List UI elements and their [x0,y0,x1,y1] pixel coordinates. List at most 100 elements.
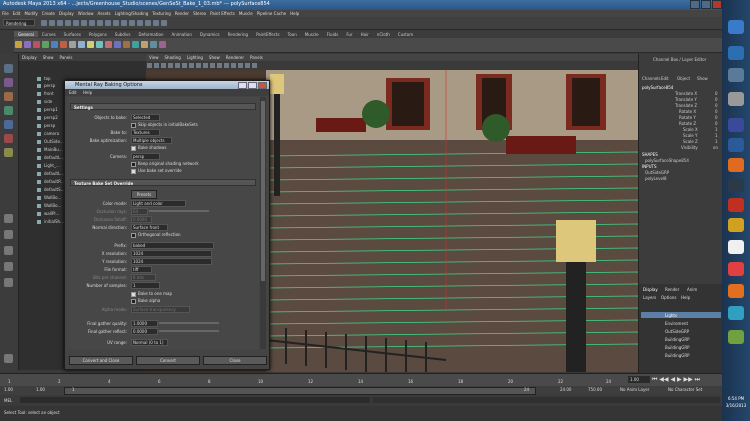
app-icon[interactable] [728,118,744,132]
dialog-maximize-button[interactable] [248,82,257,89]
mel-input[interactable] [20,397,370,403]
attr-name[interactable]: Rotate X [679,109,696,114]
menu-stereo[interactable]: Stereo [191,10,208,16]
light-icon[interactable] [105,41,112,48]
image-plane-icon[interactable] [168,63,173,68]
orthogonal-reflection-checkbox[interactable]: Orthogonal reflection [131,232,181,238]
shelf-tab-deformation[interactable]: Deformation [135,31,168,37]
attr-name[interactable]: Scale X [683,127,698,132]
move-tool-icon[interactable] [42,41,49,48]
snap-plane-icon[interactable] [113,20,119,26]
outliner-item[interactable]: WallBo... [37,203,61,208]
script-icon[interactable] [159,41,166,48]
channel-box-toggle-icon[interactable] [161,20,167,26]
input-node[interactable]: OutSideGRP [645,170,669,175]
outliner-item[interactable]: MainBu... [37,147,63,152]
camera-dropdown[interactable]: persp [131,153,160,160]
bake-optimization-dropdown[interactable]: Multiple objects [131,137,172,144]
app-icon[interactable] [728,68,744,82]
outliner-item[interactable]: defaultP... [37,179,64,184]
current-frame-field[interactable]: 1.00 [628,376,650,383]
dialog-minimize-button[interactable] [238,82,247,89]
shelf-tab-painteffects[interactable]: PaintEffects [252,31,284,37]
playback-end-field[interactable]: 750.00 [588,387,602,392]
attr-name[interactable]: Rotate Z [679,121,696,126]
attr-name[interactable]: Translate X [675,91,697,96]
occlusion-rays-field[interactable]: 64 [131,208,148,215]
outliner-item[interactable]: camera [37,131,59,136]
attr-name[interactable]: Translate Z [675,103,697,108]
wireframe-on-shaded-icon[interactable] [217,63,222,68]
move-icon[interactable] [4,106,13,115]
material-icon[interactable] [123,41,130,48]
attr-value[interactable]: 0 [715,109,718,114]
app-icon[interactable] [728,240,744,254]
occlusion-rays-slider[interactable] [149,210,209,212]
shelf-tab-curves[interactable]: Curves [38,31,60,37]
hypershade-icon[interactable] [153,20,159,26]
color-mode-dropdown[interactable]: Light and color [131,200,186,207]
layer-name[interactable]: Enviroment [665,321,688,326]
app-icon[interactable] [728,178,744,192]
two-pane-layout-icon[interactable] [4,246,13,255]
select-component-icon[interactable] [81,20,87,26]
save-scene-icon[interactable] [57,20,63,26]
resolution-gate-icon[interactable] [189,63,194,68]
select-object-icon[interactable] [73,20,79,26]
bake-to-one-map-checkbox[interactable]: Bake to one map [131,291,172,297]
dialog-close-x-button[interactable] [258,82,267,89]
presets-button[interactable]: Presets [131,190,157,199]
scale-tool-icon[interactable] [60,41,67,48]
range-slider[interactable]: 1.00 1.00 1 24 24.00 750.00 No Anim Laye… [0,386,722,395]
outliner-item[interactable]: front [37,91,54,96]
select-arrow-icon[interactable] [4,64,13,73]
attr-value[interactable]: 0 [715,97,718,102]
bake-alpha-checkbox[interactable]: Bake alpha [131,298,160,304]
rotate-tool-icon[interactable] [51,41,58,48]
select-hierarchy-icon[interactable] [65,20,71,26]
outliner-item[interactable]: WallBo... [37,195,61,200]
menu-muscle[interactable]: Muscle [237,10,255,16]
app-icon[interactable] [728,198,744,212]
new-scene-icon[interactable] [41,20,47,26]
layer-tab-anim[interactable]: Anim [687,287,697,292]
bake-icon[interactable] [141,41,148,48]
menu-texturing[interactable]: Texturing [150,10,172,16]
shelf-tab-polygons[interactable]: Polygons [85,31,111,37]
firefox-icon[interactable] [728,158,744,172]
start-time-field[interactable]: 1.00 [4,387,13,392]
viewport-menu-panels[interactable]: Panels [247,54,266,61]
outliner-menu-show[interactable]: Show [40,54,57,61]
viewport-menu-view[interactable]: View [146,54,162,61]
history-icon[interactable] [121,20,127,26]
dialog-scrollbar[interactable] [260,97,266,349]
attr-value[interactable]: 1 [715,127,718,132]
channel-box-menu-object[interactable]: Object [677,76,690,81]
use-bake-set-override-checkbox[interactable]: Use bake set override [131,168,182,174]
outliner-layout-icon[interactable] [4,262,13,271]
viewport-menu-renderer[interactable]: Renderer [223,54,247,61]
snap-point-icon[interactable] [105,20,111,26]
occlusion-falloff-field[interactable]: 0.0000 [131,216,152,223]
shadows-icon[interactable] [238,63,243,68]
shelf-tab-fluids[interactable]: Fluids [323,31,343,37]
bookmark-icon[interactable] [161,63,166,68]
shelf-tab-ncloth[interactable]: nCloth [373,31,394,37]
viewport-menu-lighting[interactable]: Lighting [184,54,206,61]
shelf-tab-surfaces[interactable]: Surfaces [60,31,85,37]
attr-value[interactable]: 0 [715,91,718,96]
y-resolution-field[interactable]: 1024 [131,258,212,265]
settings-section-header[interactable]: Settings [70,103,256,110]
outliner-item[interactable]: Light_... [37,163,60,168]
photoshop-icon[interactable] [728,138,744,152]
attr-name[interactable]: Rotate Y [679,115,696,120]
layer-menu-layers[interactable]: Layers [643,295,656,300]
paint-select-icon[interactable] [33,41,40,48]
attr-value[interactable]: on [713,145,718,150]
bake-to-dropdown[interactable]: Textures [131,129,160,136]
objects-to-bake-dropdown[interactable]: Selected [131,114,160,121]
menu-display[interactable]: Display [57,10,76,16]
camera-select-icon[interactable] [147,63,152,68]
shelf-tab-muscle[interactable]: Muscle [301,31,323,37]
paint-brush-icon[interactable] [4,92,13,101]
